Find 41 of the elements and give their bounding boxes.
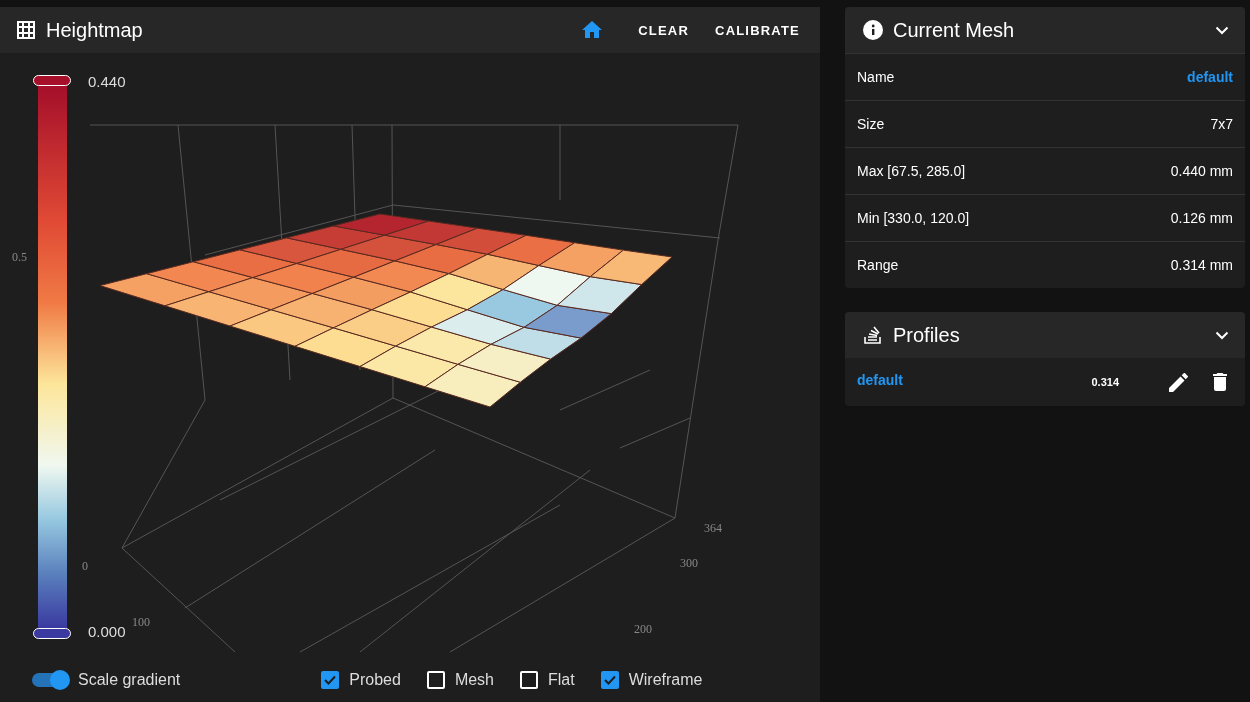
checkbox[interactable]: Mesh bbox=[426, 671, 494, 689]
check-icon bbox=[324, 675, 337, 685]
scale-gradient-toggle[interactable]: Scale gradient bbox=[32, 670, 181, 690]
row-label: Max [67.5, 285.0] bbox=[857, 163, 966, 179]
delete-button[interactable] bbox=[1213, 373, 1227, 391]
checkbox[interactable]: Flat bbox=[520, 671, 575, 689]
range-handle[interactable] bbox=[33, 75, 71, 86]
stack-icon bbox=[863, 325, 883, 345]
panel-title: Heightmap bbox=[46, 18, 143, 42]
card-title: Profiles bbox=[893, 323, 960, 347]
row-value: 0.126 mm bbox=[1170, 210, 1233, 226]
axis-tick-label: 100 bbox=[132, 615, 150, 629]
mesh-name-link[interactable]: default bbox=[1187, 69, 1233, 85]
row-value: 0.314 mm bbox=[1170, 257, 1233, 273]
colorbar-max-label: 0.440 bbox=[88, 73, 126, 90]
card-title: Current Mesh bbox=[893, 18, 1015, 42]
info-icon bbox=[863, 20, 883, 40]
toolbar-button[interactable]: CLEAR bbox=[630, 14, 698, 46]
axis-tick-label: 0.5 bbox=[12, 250, 27, 264]
row-label: Min [330.0, 120.0] bbox=[857, 210, 970, 226]
checkbox[interactable]: Probed bbox=[321, 671, 401, 689]
row-label: Name bbox=[857, 69, 895, 85]
row-label: Range bbox=[857, 257, 899, 273]
range-handle[interactable] bbox=[33, 628, 71, 639]
axis-tick-label: 0 bbox=[82, 559, 88, 573]
edit-button[interactable] bbox=[1169, 372, 1188, 392]
colorbar-min-label: 0.000 bbox=[88, 623, 126, 640]
row-label: Size bbox=[857, 116, 885, 132]
toolbar-button[interactable]: CALIBRATE bbox=[707, 14, 808, 46]
row-value: 7x7 bbox=[1210, 116, 1233, 132]
profile-link[interactable]: default bbox=[857, 372, 1092, 388]
check-icon bbox=[603, 675, 616, 685]
row-value: 0.440 mm bbox=[1170, 163, 1233, 179]
grid-icon bbox=[16, 20, 36, 40]
axis-tick-label: 200 bbox=[634, 622, 652, 636]
checkbox[interactable]: Wireframe bbox=[600, 671, 703, 689]
profile-range: 0.314 bbox=[1091, 376, 1119, 388]
axis-tick-label: 364 bbox=[704, 521, 722, 535]
axis-tick-label: 300 bbox=[680, 556, 698, 570]
collapse-button[interactable] bbox=[1215, 330, 1229, 340]
collapse-button[interactable] bbox=[1215, 25, 1229, 35]
